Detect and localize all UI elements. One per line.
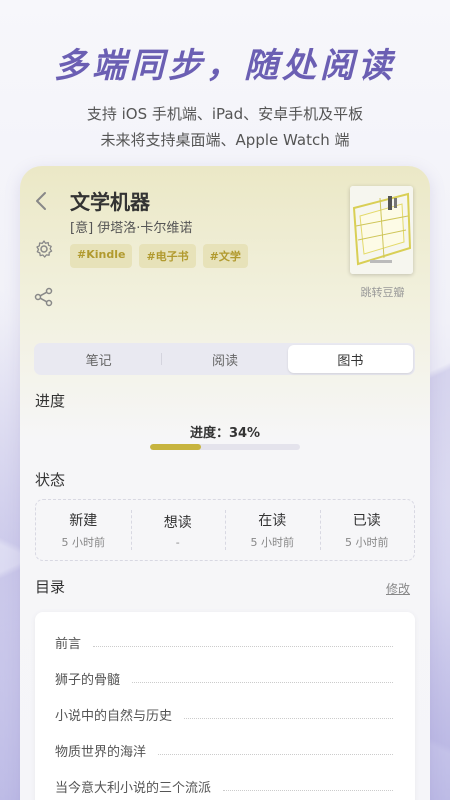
tag-list: #Kindle #电子书 #文学 (70, 244, 248, 268)
progress-text: 进度：34% (189, 426, 261, 441)
toc-section-title: 目录 (35, 578, 66, 596)
toc-leader (223, 789, 393, 791)
share-icon[interactable] (34, 287, 54, 307)
promo-line-1: 支持 iOS 手机端、iPad、安卓手机及平板 (86, 105, 364, 123)
toc-item[interactable]: 物质世界的海洋 (35, 732, 415, 768)
segmented-tabs: 笔记 阅读 图书 (34, 343, 415, 375)
toc-list: 前言 狮子的骨髓 小说中的自然与历史 物质世界的海洋 当今意大利小说的三个流派 (35, 612, 415, 800)
toc-item-label: 物质世界的海洋 (55, 744, 147, 760)
toc-leader (132, 681, 393, 683)
book-detail-card: 文学机器 [意] 伊塔洛·卡尔维诺 #Kindle #电子书 #文学 跳转豆瓣 … (20, 166, 430, 800)
douban-link[interactable]: 跳转豆瓣 (351, 284, 414, 300)
status-new[interactable]: 新建 5 小时前 (36, 500, 131, 560)
progress-bar (150, 444, 300, 450)
promo-subtitle: 支持 iOS 手机端、iPad、安卓手机及平板 未来将支持桌面端、Apple W… (0, 101, 450, 153)
tab-reading[interactable]: 阅读 (162, 345, 287, 373)
status-panel: 新建 5 小时前 想读 - 在读 5 小时前 已读 5 小时前 (35, 499, 415, 561)
status-name: 在读 (258, 513, 287, 529)
status-name: 想读 (163, 514, 192, 531)
edit-toc-link[interactable]: 修改 (386, 580, 410, 597)
book-title: 文学机器 (70, 190, 150, 214)
toc-leader (93, 645, 393, 647)
status-time: 5 小时前 (61, 536, 106, 549)
promo-line-2: 未来将支持桌面端、Apple Watch 端 (100, 131, 350, 149)
toc-leader (184, 717, 393, 719)
progress-bar-fill (150, 444, 201, 450)
promo-header: 多端同步，随处阅读 支持 iOS 手机端、iPad、安卓手机及平板 未来将支持桌… (0, 38, 450, 153)
status-finished[interactable]: 已读 5 小时前 (319, 500, 415, 560)
status-reading[interactable]: 在读 5 小时前 (225, 500, 320, 560)
tab-notes[interactable]: 笔记 (36, 345, 161, 373)
book-cover-art (350, 186, 413, 274)
toc-item-label: 当今意大利小说的三个流派 (55, 780, 212, 796)
back-icon[interactable] (32, 190, 50, 212)
tag-kindle[interactable]: #Kindle (70, 244, 133, 268)
toc-item[interactable]: 前言 (35, 624, 415, 660)
toc-item-label: 狮子的骨髓 (55, 672, 121, 688)
book-author: [意] 伊塔洛·卡尔维诺 (70, 221, 193, 236)
status-time: 5 小时前 (345, 536, 389, 549)
tag-literature[interactable]: #文学 (202, 244, 248, 268)
status-section-title: 状态 (35, 471, 66, 489)
book-cover[interactable] (350, 186, 413, 274)
toc-item[interactable]: 小说中的自然与历史 (35, 696, 415, 732)
status-time: - (175, 535, 180, 549)
toc-item-label: 小说中的自然与历史 (55, 708, 173, 724)
toc-leader (158, 753, 393, 755)
toc-item[interactable]: 狮子的骨髓 (35, 660, 415, 696)
status-time: 5 小时前 (250, 536, 295, 549)
gear-icon[interactable] (34, 239, 54, 259)
tag-ebook[interactable]: #电子书 (139, 244, 196, 268)
status-want-to-read[interactable]: 想读 - (130, 500, 226, 560)
status-name: 已读 (352, 513, 381, 529)
status-name: 新建 (69, 513, 98, 529)
tab-book[interactable]: 图书 (287, 345, 413, 373)
progress-section-title: 进度 (35, 392, 66, 410)
toc-item-label: 前言 (55, 636, 82, 652)
promo-title: 多端同步，随处阅读 (54, 46, 396, 86)
toc-item[interactable]: 当今意大利小说的三个流派 (35, 768, 415, 800)
